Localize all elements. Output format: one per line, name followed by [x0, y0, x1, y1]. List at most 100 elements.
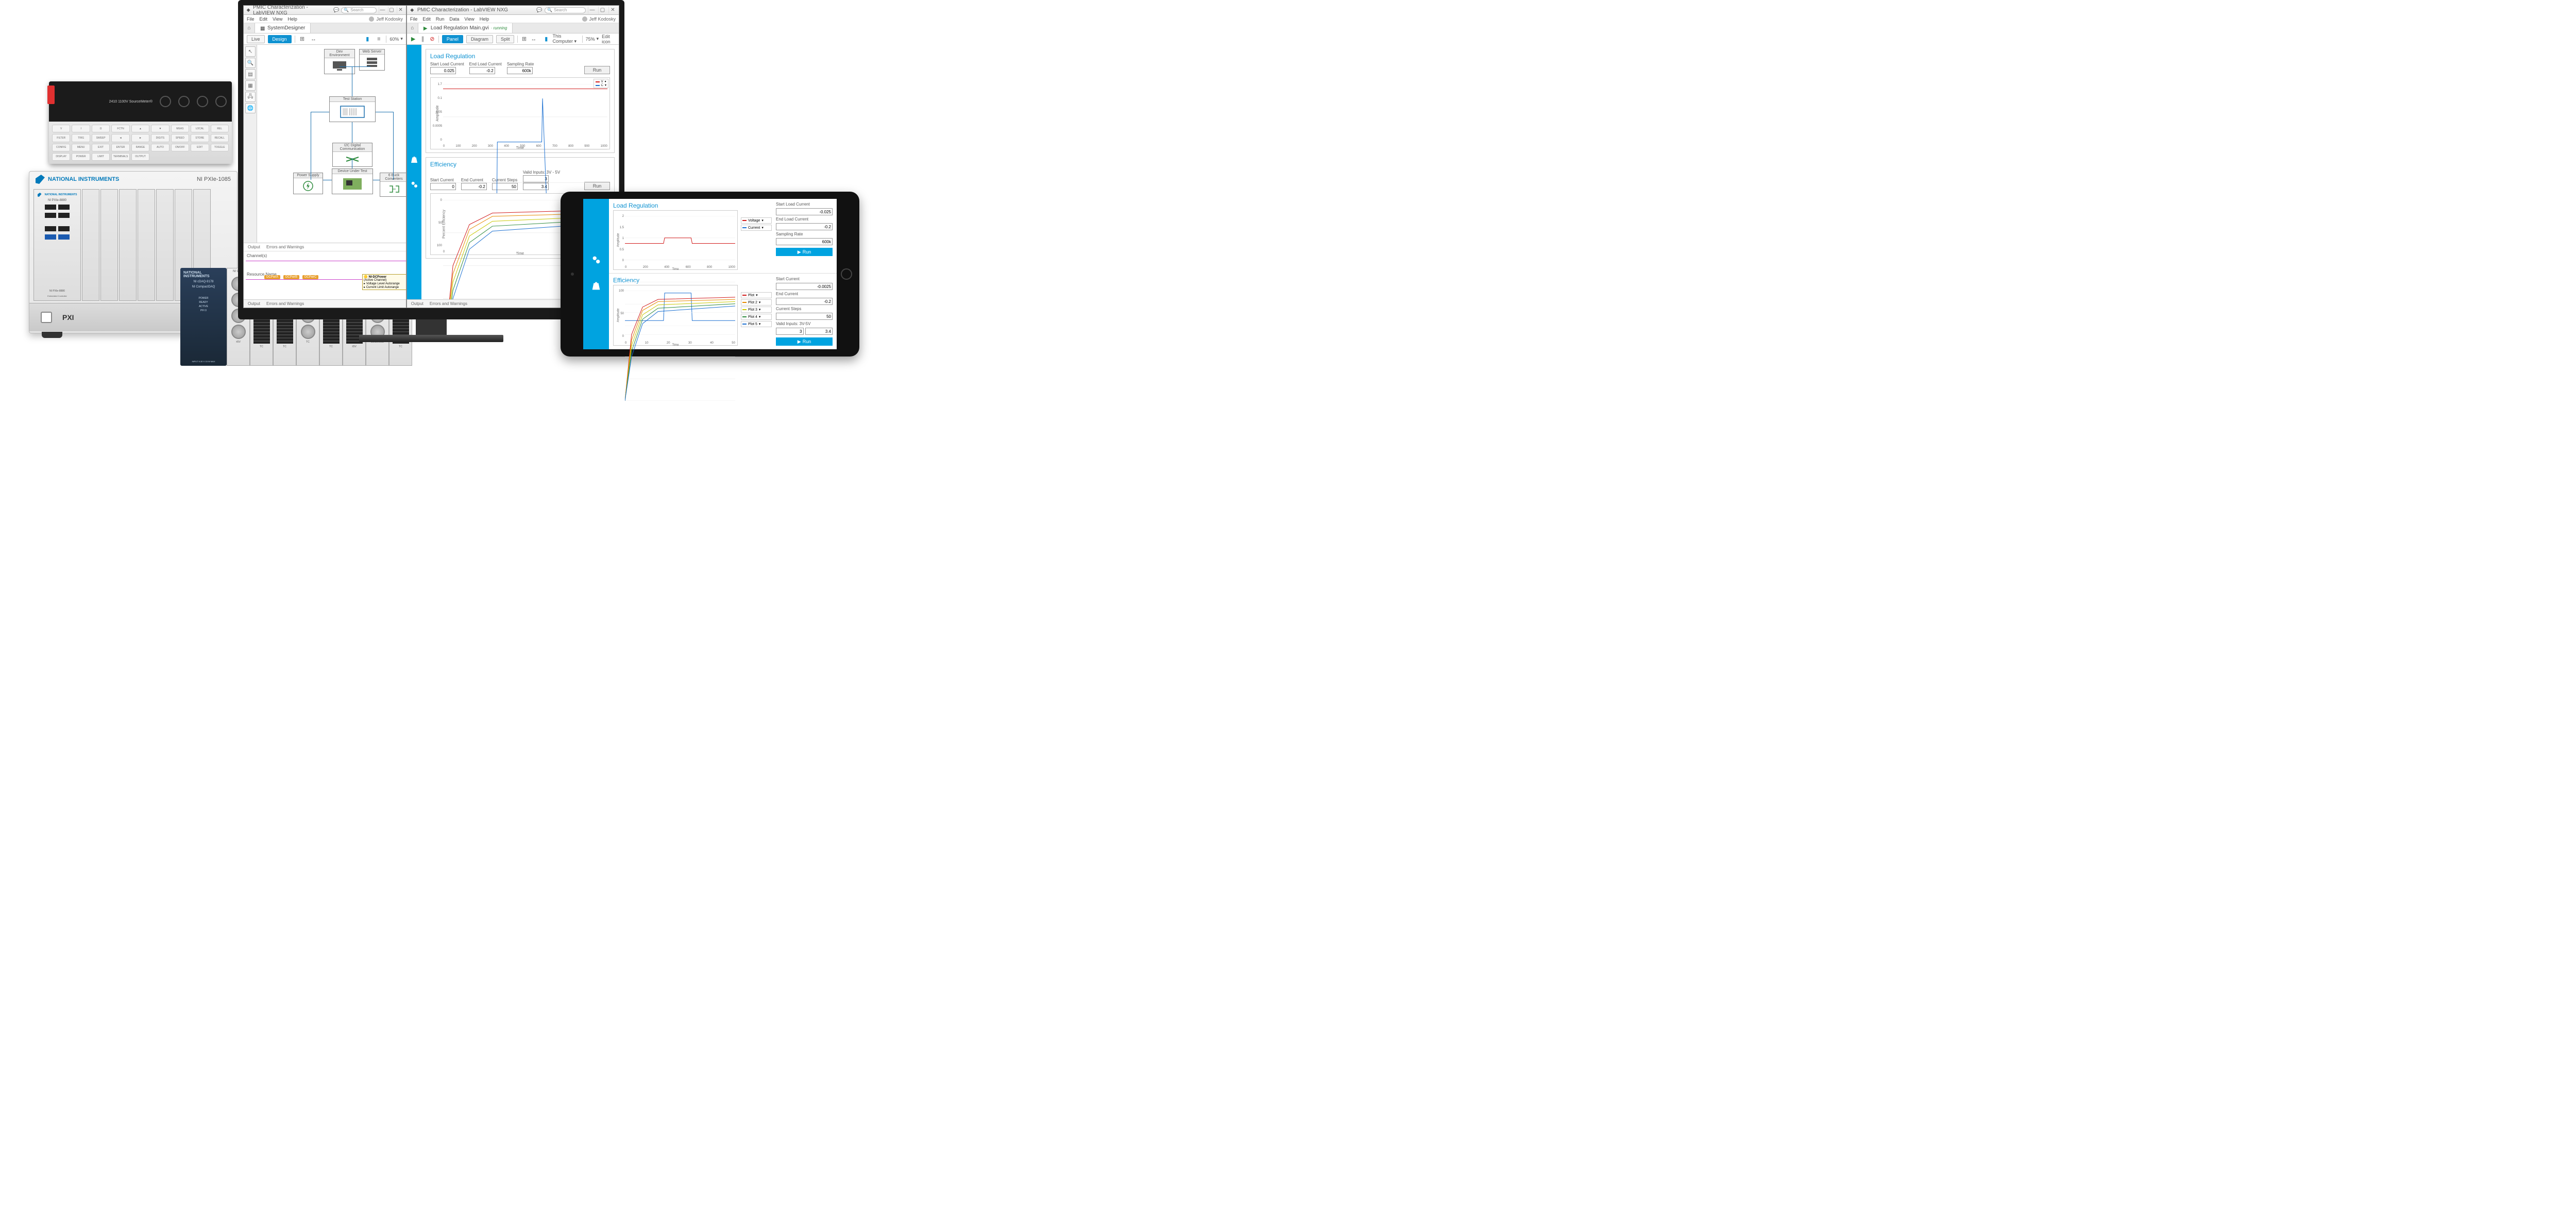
align-icon[interactable]: ↔	[310, 35, 318, 43]
keithley-button: AUTO	[151, 144, 169, 151]
chip-tool-icon[interactable]: ▦	[245, 80, 256, 91]
current-steps-input[interactable]	[776, 313, 833, 320]
node-web-server[interactable]: Web Server	[359, 49, 385, 71]
sampling-rate-input[interactable]	[776, 238, 833, 245]
abort-button-icon[interactable]: ⊘	[429, 35, 435, 43]
tablet-device: Load Regulation AmplitudeTime 21.510.500…	[561, 192, 859, 357]
tab-load-regulation-vi[interactable]: ▶ Load Regulation Main.gvi · running	[418, 23, 513, 33]
menu-file[interactable]: File	[247, 16, 255, 22]
menu-help[interactable]: Help	[287, 16, 297, 22]
network-tool-icon[interactable]: 🖧	[245, 92, 256, 102]
mode-live-button[interactable]: Live	[247, 35, 265, 43]
run-button[interactable]: ▶ Run	[776, 248, 833, 256]
close-button[interactable]: ✕	[608, 7, 617, 14]
keithley-button: SPEED	[171, 134, 189, 142]
bd-constant[interactable]: DCPwrA	[264, 275, 280, 279]
list-icon[interactable]: ≡	[375, 35, 383, 43]
end-load-current-input[interactable]	[469, 67, 495, 74]
zoom-display[interactable]: 60% ▾	[389, 36, 403, 42]
block-diagram-canvas[interactable]: Channel(s) Resource Name DCPwrADCPwrBDCP…	[244, 251, 406, 299]
search-input[interactable]: 🔍 Search	[341, 7, 377, 13]
status-errors[interactable]: Errors and Warnings	[266, 301, 304, 306]
weight-icon[interactable]	[590, 280, 602, 294]
gears-icon[interactable]	[410, 180, 419, 189]
search-input[interactable]: 🔍 Search	[545, 7, 586, 13]
pause-button-icon[interactable]: ∥	[419, 35, 426, 43]
run-button[interactable]: Run	[584, 66, 610, 74]
keithley-button: RANGE	[131, 144, 149, 151]
keithley-button: DIGITS	[151, 134, 169, 142]
start-load-current-input[interactable]	[776, 208, 833, 215]
tab-systemdesigner[interactable]: ▦ SystemDesigner	[255, 23, 311, 33]
weight-icon[interactable]	[410, 155, 419, 164]
sampling-rate-input[interactable]	[507, 67, 533, 74]
titlebar-left[interactable]: ◆ PMIC Characterization - LabVIEW NXG 💬 …	[244, 6, 406, 15]
titlebar-right[interactable]: ◆ PMIC Characterization - LabVIEW NXG 💬 …	[407, 6, 619, 15]
status-output[interactable]: Output	[248, 301, 260, 306]
avatar-icon	[369, 16, 374, 22]
pxi-card	[82, 189, 99, 301]
layers-tool-icon[interactable]: ▤	[245, 69, 256, 79]
view-diagram-button[interactable]: Diagram	[466, 35, 493, 43]
tablet-home-button[interactable]	[841, 268, 852, 280]
view-split-button[interactable]: Split	[496, 35, 515, 43]
node-dev-env[interactable]: Dev Environment	[324, 49, 355, 74]
user-badge[interactable]: Jeff Kodosky	[582, 16, 616, 22]
menu-view[interactable]: View	[273, 16, 282, 22]
maximize-button[interactable]: ▢	[598, 7, 606, 14]
minimize-button[interactable]: —	[588, 7, 596, 14]
close-button[interactable]: ✕	[397, 7, 404, 14]
snap-icon[interactable]: ⊞	[521, 35, 527, 43]
menu-file[interactable]: File	[410, 16, 418, 22]
gears-icon[interactable]	[590, 254, 602, 268]
end-current-input[interactable]	[776, 298, 833, 305]
menu-view[interactable]: View	[464, 16, 474, 22]
node-i2c[interactable]: I2C Digital Communication	[332, 143, 372, 167]
menu-help[interactable]: Help	[480, 16, 489, 22]
home-tab-icon[interactable]: ⌂	[244, 23, 255, 33]
home-tab-icon[interactable]: ⌂	[407, 23, 418, 33]
bolt-icon	[294, 178, 323, 194]
valid-v2-input[interactable]	[805, 328, 833, 335]
run-button[interactable]: ▶ Run	[776, 337, 833, 346]
bd-constant[interactable]: DCPwrB	[283, 275, 299, 279]
globe-tool-icon[interactable]: 🌐	[245, 103, 256, 113]
view-panel-button[interactable]: Panel	[442, 35, 463, 43]
codepane-tab-output[interactable]: Output	[248, 245, 260, 249]
chat-icon[interactable]: 💬	[536, 7, 543, 13]
zoom-tool-icon[interactable]: 🔍	[245, 58, 256, 68]
design-canvas[interactable]: Dev Environment Web Server Test Station	[257, 45, 406, 243]
card-title: Load Regulation	[430, 53, 610, 60]
pxi-card	[138, 189, 155, 301]
node-test-station[interactable]: Test Station	[329, 96, 376, 122]
bd-constant[interactable]: DCPwrC	[302, 275, 318, 279]
start-load-current-input[interactable]	[430, 67, 456, 74]
node-dut[interactable]: Device Under Test	[332, 168, 373, 194]
layout-selector-icon[interactable]: ▮	[363, 35, 371, 43]
zoom-display[interactable]: 75% ▾	[586, 36, 599, 42]
valid-v1-input[interactable]	[776, 328, 804, 335]
cursor-tool-icon[interactable]: ↖	[245, 46, 256, 57]
status-output[interactable]: Output	[411, 301, 423, 306]
end-load-current-input[interactable]	[776, 223, 833, 230]
align-icon[interactable]: ↔	[531, 35, 537, 43]
status-errors[interactable]: Errors and Warnings	[430, 301, 467, 306]
run-button-icon[interactable]: ▶	[410, 35, 416, 43]
keithley-button: REL	[211, 125, 229, 132]
dcpower-node-1[interactable]: 🟡NI-DCPower (Active Channel) ▸ Voltage L…	[362, 274, 406, 290]
target-selector[interactable]: This Computer ▾	[553, 33, 579, 44]
menu-run[interactable]: Run	[436, 16, 445, 22]
start-current-input[interactable]	[776, 283, 833, 290]
edit-icon-link[interactable]: Edit icon	[602, 34, 616, 44]
menu-edit[interactable]: Edit	[422, 16, 431, 22]
snap-icon[interactable]: ⊞	[298, 35, 307, 43]
node-power-supply[interactable]: Power Supply	[293, 173, 323, 194]
chat-icon[interactable]: 💬	[333, 7, 339, 13]
user-badge[interactable]: Jeff Kodosky	[369, 16, 402, 22]
menu-data[interactable]: Data	[449, 16, 459, 22]
codepane-tab-errors[interactable]: Errors and Warnings	[266, 245, 304, 249]
menu-edit[interactable]: Edit	[260, 16, 268, 22]
maximize-button[interactable]: ▢	[388, 7, 395, 14]
mode-design-button[interactable]: Design	[268, 35, 292, 43]
minimize-button[interactable]: —	[379, 7, 386, 14]
